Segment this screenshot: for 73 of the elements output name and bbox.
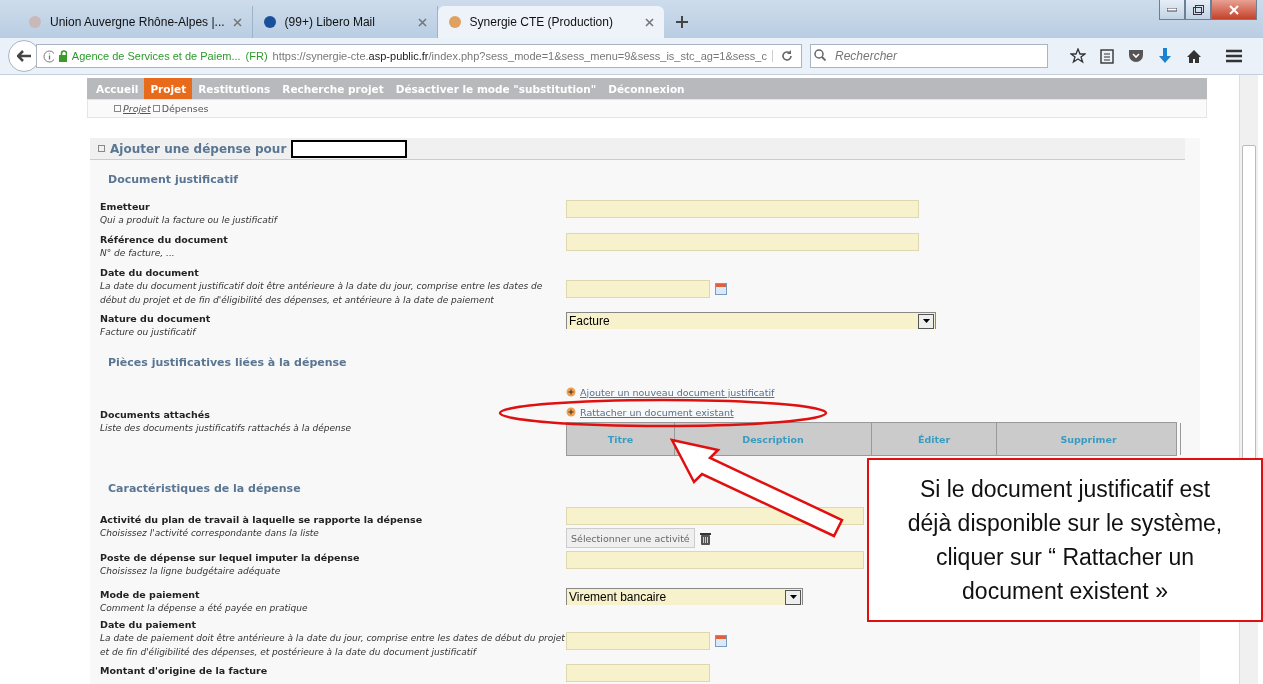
amount-field[interactable] (566, 664, 710, 682)
site-country: (FR) (245, 50, 268, 62)
site-icon (262, 15, 277, 29)
attach-link[interactable]: Rattacher un document existant (580, 406, 734, 418)
plus-bullet-icon (566, 387, 576, 397)
field-label: Activité du plan de travail à laquelle se rapporte la dépense (100, 513, 424, 526)
field-hint: Choisissez l'activité correspondante dans la liste (100, 527, 320, 540)
new-tab-icon[interactable] (675, 16, 688, 28)
lock-icon (58, 50, 67, 62)
section-heading: Pièces justificatives liées à la dépense (107, 354, 347, 371)
tab-title: (99+) Libero Mail (284, 15, 376, 29)
text-field[interactable] (566, 551, 864, 569)
close-icon[interactable] (644, 17, 654, 27)
star-icon[interactable] (1070, 48, 1086, 64)
field-label: Date du document (100, 266, 200, 279)
trash-icon[interactable] (699, 531, 711, 545)
field-label: Poste de dépense sur lequel imputer la dépense (100, 551, 361, 564)
menu-item[interactable]: Projet (144, 78, 193, 99)
address-field[interactable]: Agence de Services et de Paiem... (FR) https://synergie-cte.asp-public.fr/index.php?sess_mode=1&sess_menu=9&sess_is_stc_ag=1&sess_c (36, 44, 802, 68)
field-label: Nature du document (100, 312, 212, 325)
field-hint: Liste des documents justificatifs rattachés à la dépense (100, 422, 353, 435)
plus-bullet-icon (566, 407, 576, 417)
search-field[interactable]: Rechercher (810, 44, 1048, 68)
dropdown-caret-icon[interactable] (918, 313, 934, 329)
field-label: Référence du document (100, 233, 229, 246)
section-heading: Document justificatif (107, 171, 238, 188)
bullet-icon (114, 105, 121, 112)
expand-icon[interactable] (98, 145, 105, 152)
select-field[interactable]: Facture (566, 312, 936, 329)
field-hint: La date de paiement doit être antérieure à la date du jour, comprise entre les dates de début du projet et de fin d'éligibilité des dépenses, et postérieure à la date du document justificatif (100, 632, 566, 659)
maximize-icon[interactable] (1185, 0, 1211, 20)
tab-title: Union Auvergne Rhône-Alpes |... (50, 15, 225, 29)
field-hint: N° de facture, ... (100, 247, 176, 260)
field-hint: Qui a produit la facture ou le justificatif (100, 214, 279, 227)
field-hint: La date du document justificatif doit être antérieure à la date du jour, comprise entre les dates de début du projet et de fin d'éligibilité des dépenses, et antérieure à la date de paiement (100, 280, 544, 307)
close-icon[interactable] (232, 17, 242, 27)
calendar-icon[interactable] (715, 283, 727, 295)
callout-text: Si le document justificatif est déjà disponible sur le système, cliquer sur “ Rattacher un document existent » (867, 458, 1263, 622)
site-icon (28, 15, 42, 29)
download-icon[interactable] (1158, 48, 1172, 64)
field-label: Emetteur (100, 200, 151, 213)
breadcrumb-current: Dépenses (161, 103, 209, 114)
date-field[interactable] (566, 280, 710, 298)
field-label: Documents attachés (100, 408, 211, 421)
bullet-icon (152, 105, 160, 112)
site-icon (447, 15, 462, 29)
field-hint: Choisissez la ligne budgétaire adéquate (100, 565, 282, 578)
select-activity-button[interactable]: Sélectionner une activité (566, 528, 695, 548)
calendar-icon[interactable] (715, 635, 727, 647)
close-icon[interactable] (1211, 0, 1257, 20)
field-hint: Comment la dépense a été payée en pratique (100, 602, 309, 615)
field-label: Date du paiement (100, 618, 198, 631)
tab-title: Synergie CTE (Production) (469, 15, 614, 29)
field-label: Mode de paiement (100, 588, 201, 601)
url-text: https://synergie-cte.asp-public.fr/index.php?sess_mode=1&sess_menu=9&sess_is_stc_ag=1&sess_c (272, 50, 767, 62)
site-identity: Agence de Services et de Paiem... (71, 50, 241, 62)
text-field[interactable] (566, 200, 919, 218)
field-label: Montant d'origine de la facture (100, 664, 269, 677)
browser-tab[interactable]: Synergie CTE (Production) (437, 6, 664, 38)
info-icon[interactable] (43, 49, 54, 63)
home-icon[interactable] (1186, 48, 1202, 64)
attach-link[interactable]: Ajouter un nouveau document justificatif (580, 386, 775, 398)
dropdown-caret-icon[interactable] (785, 589, 801, 605)
form-title: Ajouter une dépense pour (110, 141, 287, 156)
clipboard-icon[interactable] (1100, 48, 1114, 64)
field-hint: Facture ou justificatif (100, 326, 198, 339)
select-field[interactable]: Virement bancaire (566, 588, 803, 605)
close-icon[interactable] (417, 17, 427, 27)
section-heading: Caractéristiques de la dépense (107, 480, 301, 497)
menu-icon[interactable] (1226, 49, 1242, 63)
date-field[interactable] (566, 632, 710, 650)
text-field[interactable] (566, 233, 919, 251)
breadcrumb-link[interactable]: Projet (123, 103, 151, 114)
